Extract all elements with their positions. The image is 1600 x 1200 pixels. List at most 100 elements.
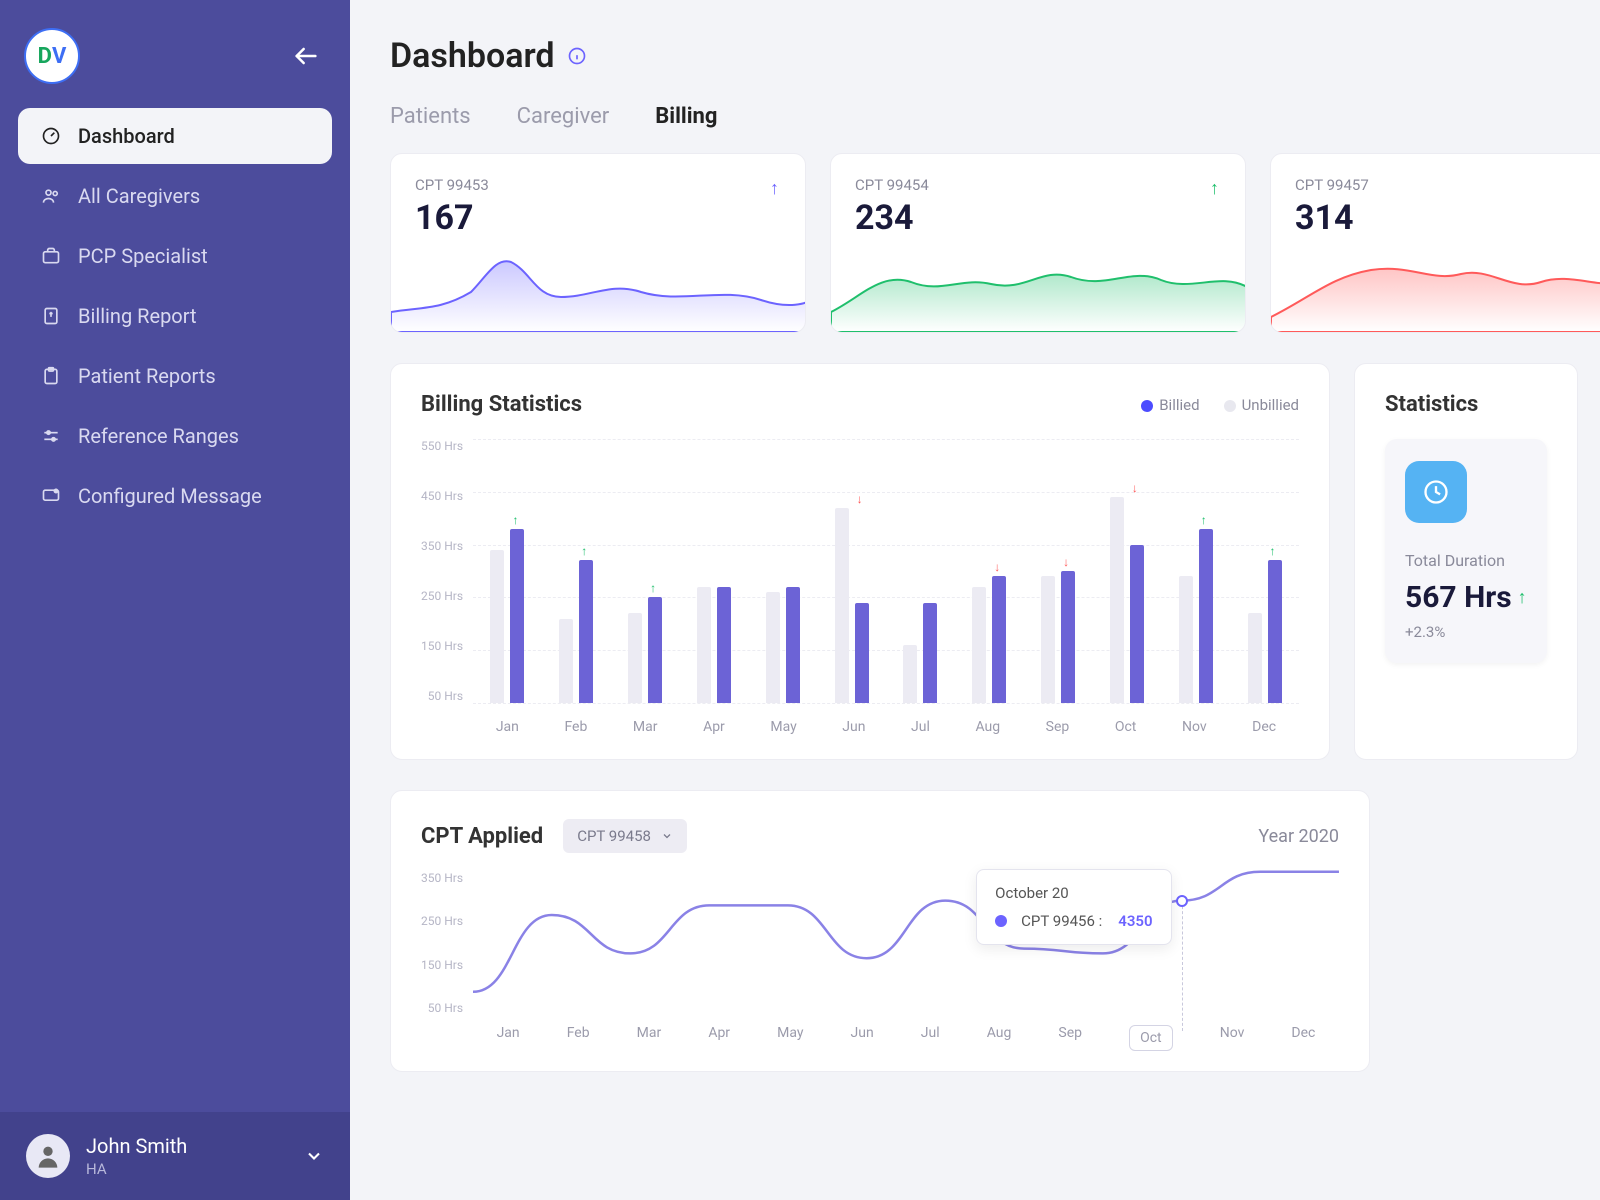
line-area: October 20 CPT 99456 : 4350 JanFebMarApr… [473, 867, 1339, 1047]
user-row[interactable]: John Smith HA [0, 1112, 350, 1200]
billing-bar-chart: 550 Hrs450 Hrs350 Hrs250 Hrs150 Hrs50 Hr… [421, 435, 1299, 735]
bar-billed [1268, 560, 1282, 703]
card-value: 234 [855, 198, 1221, 238]
x-label-apr: Apr [708, 1025, 730, 1051]
chevron-down-icon [304, 1146, 324, 1166]
sidebar-item-all-caregivers[interactable]: All Caregivers [18, 168, 332, 224]
bar-group-nov: ↑ [1179, 529, 1213, 703]
legend-label-unbilled: Unbillied [1242, 396, 1299, 414]
arrow-down-icon: ↓ [994, 560, 1000, 574]
x-label-jan: Jan [497, 1025, 520, 1051]
info-icon[interactable] [567, 46, 587, 66]
bar-unbilled [903, 645, 917, 703]
sidebar-item-configured-message[interactable]: Configured Message [18, 468, 332, 524]
x-label-mar: Mar [637, 1025, 662, 1051]
tab-caregiver[interactable]: Caregiver [517, 104, 610, 129]
bar-billed [579, 560, 593, 703]
tooltip-label: CPT 99456 : [1021, 912, 1102, 930]
user-role: HA [86, 1160, 187, 1178]
tooltip-dot [995, 915, 1007, 927]
bar-group-may [766, 587, 800, 703]
year-label: Year 2020 [1258, 826, 1339, 847]
user-name: John Smith [86, 1134, 187, 1158]
sidebar-item-pcp-specialist[interactable]: PCP Specialist [18, 228, 332, 284]
stat-label: Total Duration [1405, 551, 1527, 570]
bar-unbilled [1041, 576, 1055, 703]
bar-unbilled [766, 592, 780, 703]
sidebar-item-label: Dashboard [78, 124, 175, 148]
x-axis: JanFebMarAprMayJunJulAugSepOctNovDec [473, 719, 1299, 735]
dropdown-label: CPT 99458 [577, 827, 651, 845]
briefcase-icon [40, 246, 62, 266]
stat-delta: +2.3% [1405, 623, 1527, 641]
x-label-jun: Jun [851, 1025, 874, 1051]
x-label-oct[interactable]: Oct [1129, 1025, 1173, 1051]
trend-up-icon: ↑ [1210, 178, 1219, 199]
bar-unbilled [972, 587, 986, 703]
panel-title: Statistics [1385, 392, 1547, 417]
total-duration-card: Total Duration 567 Hrs↑ +2.3% [1385, 439, 1547, 663]
cpt-applied-panel: CPT Applied CPT 99458 Year 2020 350 Hrs2… [390, 790, 1370, 1072]
arrow-down-icon: ↓ [1063, 555, 1069, 569]
cpt-code-dropdown[interactable]: CPT 99458 [563, 819, 687, 853]
legend-label-billed: Billied [1159, 396, 1199, 414]
card-label: CPT 99454 [855, 176, 1221, 194]
billing-statistics-panel: Billing Statistics Billied Unbillied 550… [390, 363, 1330, 760]
statistics-panel: Statistics Total Duration 567 Hrs↑ +2.3% [1354, 363, 1578, 760]
bar-group-jul [903, 603, 937, 703]
collapse-sidebar-button[interactable] [292, 42, 320, 70]
bar-group-apr [697, 587, 731, 703]
page-header: Dashboard [390, 36, 1600, 76]
avatar [26, 1134, 70, 1178]
card-label: CPT 99457 [1295, 176, 1600, 194]
tab-billing[interactable]: Billing [655, 104, 717, 129]
kpi-card-2[interactable]: CPT 99457314 [1270, 153, 1600, 333]
bar-billed [510, 529, 524, 703]
tab-patients[interactable]: Patients [390, 104, 471, 129]
sidebar-item-patient-reports[interactable]: Patient Reports [18, 348, 332, 404]
y-axis: 350 Hrs250 Hrs150 Hrs50 Hrs [421, 867, 473, 1047]
clipboard-icon [40, 366, 62, 386]
bar-billed [1061, 571, 1075, 703]
bar-unbilled [1179, 576, 1193, 703]
bar-group-aug: ↓ [972, 576, 1006, 703]
bar-group-jan: ↑ [490, 529, 524, 703]
bar-billed [855, 603, 869, 703]
message-icon [40, 486, 62, 506]
bar-group-mar: ↑ [628, 597, 662, 703]
bar-billed [1130, 545, 1144, 703]
sparkline [831, 242, 1246, 332]
sparkline [1271, 242, 1600, 332]
x-label-dec: Dec [1291, 1025, 1315, 1051]
sidebar-item-dashboard[interactable]: Dashboard [18, 108, 332, 164]
clock-icon [1405, 461, 1467, 523]
bar-billed [1199, 529, 1213, 703]
people-icon [40, 186, 62, 206]
kpi-card-1[interactable]: CPT 99454 234↑ [830, 153, 1246, 333]
arrow-up-icon: ↑ [512, 513, 518, 527]
arrow-up-icon: ↑ [650, 581, 656, 595]
tabs: Patients Caregiver Billing [390, 104, 1600, 129]
bar-unbilled [697, 587, 711, 703]
bar-billed [992, 576, 1006, 703]
sidebar: DV Dashboard All Caregivers PCP Specialist… [0, 0, 350, 1200]
bar-group-dec: ↑ [1248, 560, 1282, 703]
sidebar-item-label: Configured Message [78, 484, 262, 508]
bar-group-feb: ↑ [559, 560, 593, 703]
sidebar-item-label: All Caregivers [78, 184, 200, 208]
chart-tooltip: October 20 CPT 99456 : 4350 [976, 869, 1171, 945]
app-logo: DV [24, 28, 80, 84]
cpt-line-chart: 350 Hrs250 Hrs150 Hrs50 Hrs October 20 C… [421, 867, 1339, 1047]
legend-dot-billed [1141, 400, 1153, 412]
kpi-card-0[interactable]: CPT 99453167↑ [390, 153, 806, 333]
slider-icon [40, 426, 62, 446]
sidebar-item-billing-report[interactable]: Billing Report [18, 288, 332, 344]
arrow-up-icon: ↑ [581, 544, 587, 558]
panel-title: CPT Applied [421, 824, 543, 849]
x-label-aug: Aug [987, 1025, 1012, 1051]
sidebar-item-reference-ranges[interactable]: Reference Ranges [18, 408, 332, 464]
main: Dashboard Patients Caregiver Billing CPT 9… [350, 0, 1600, 1200]
bar-unbilled [835, 508, 849, 703]
bar-unbilled [1110, 497, 1124, 703]
bar-unbilled [1248, 613, 1262, 703]
